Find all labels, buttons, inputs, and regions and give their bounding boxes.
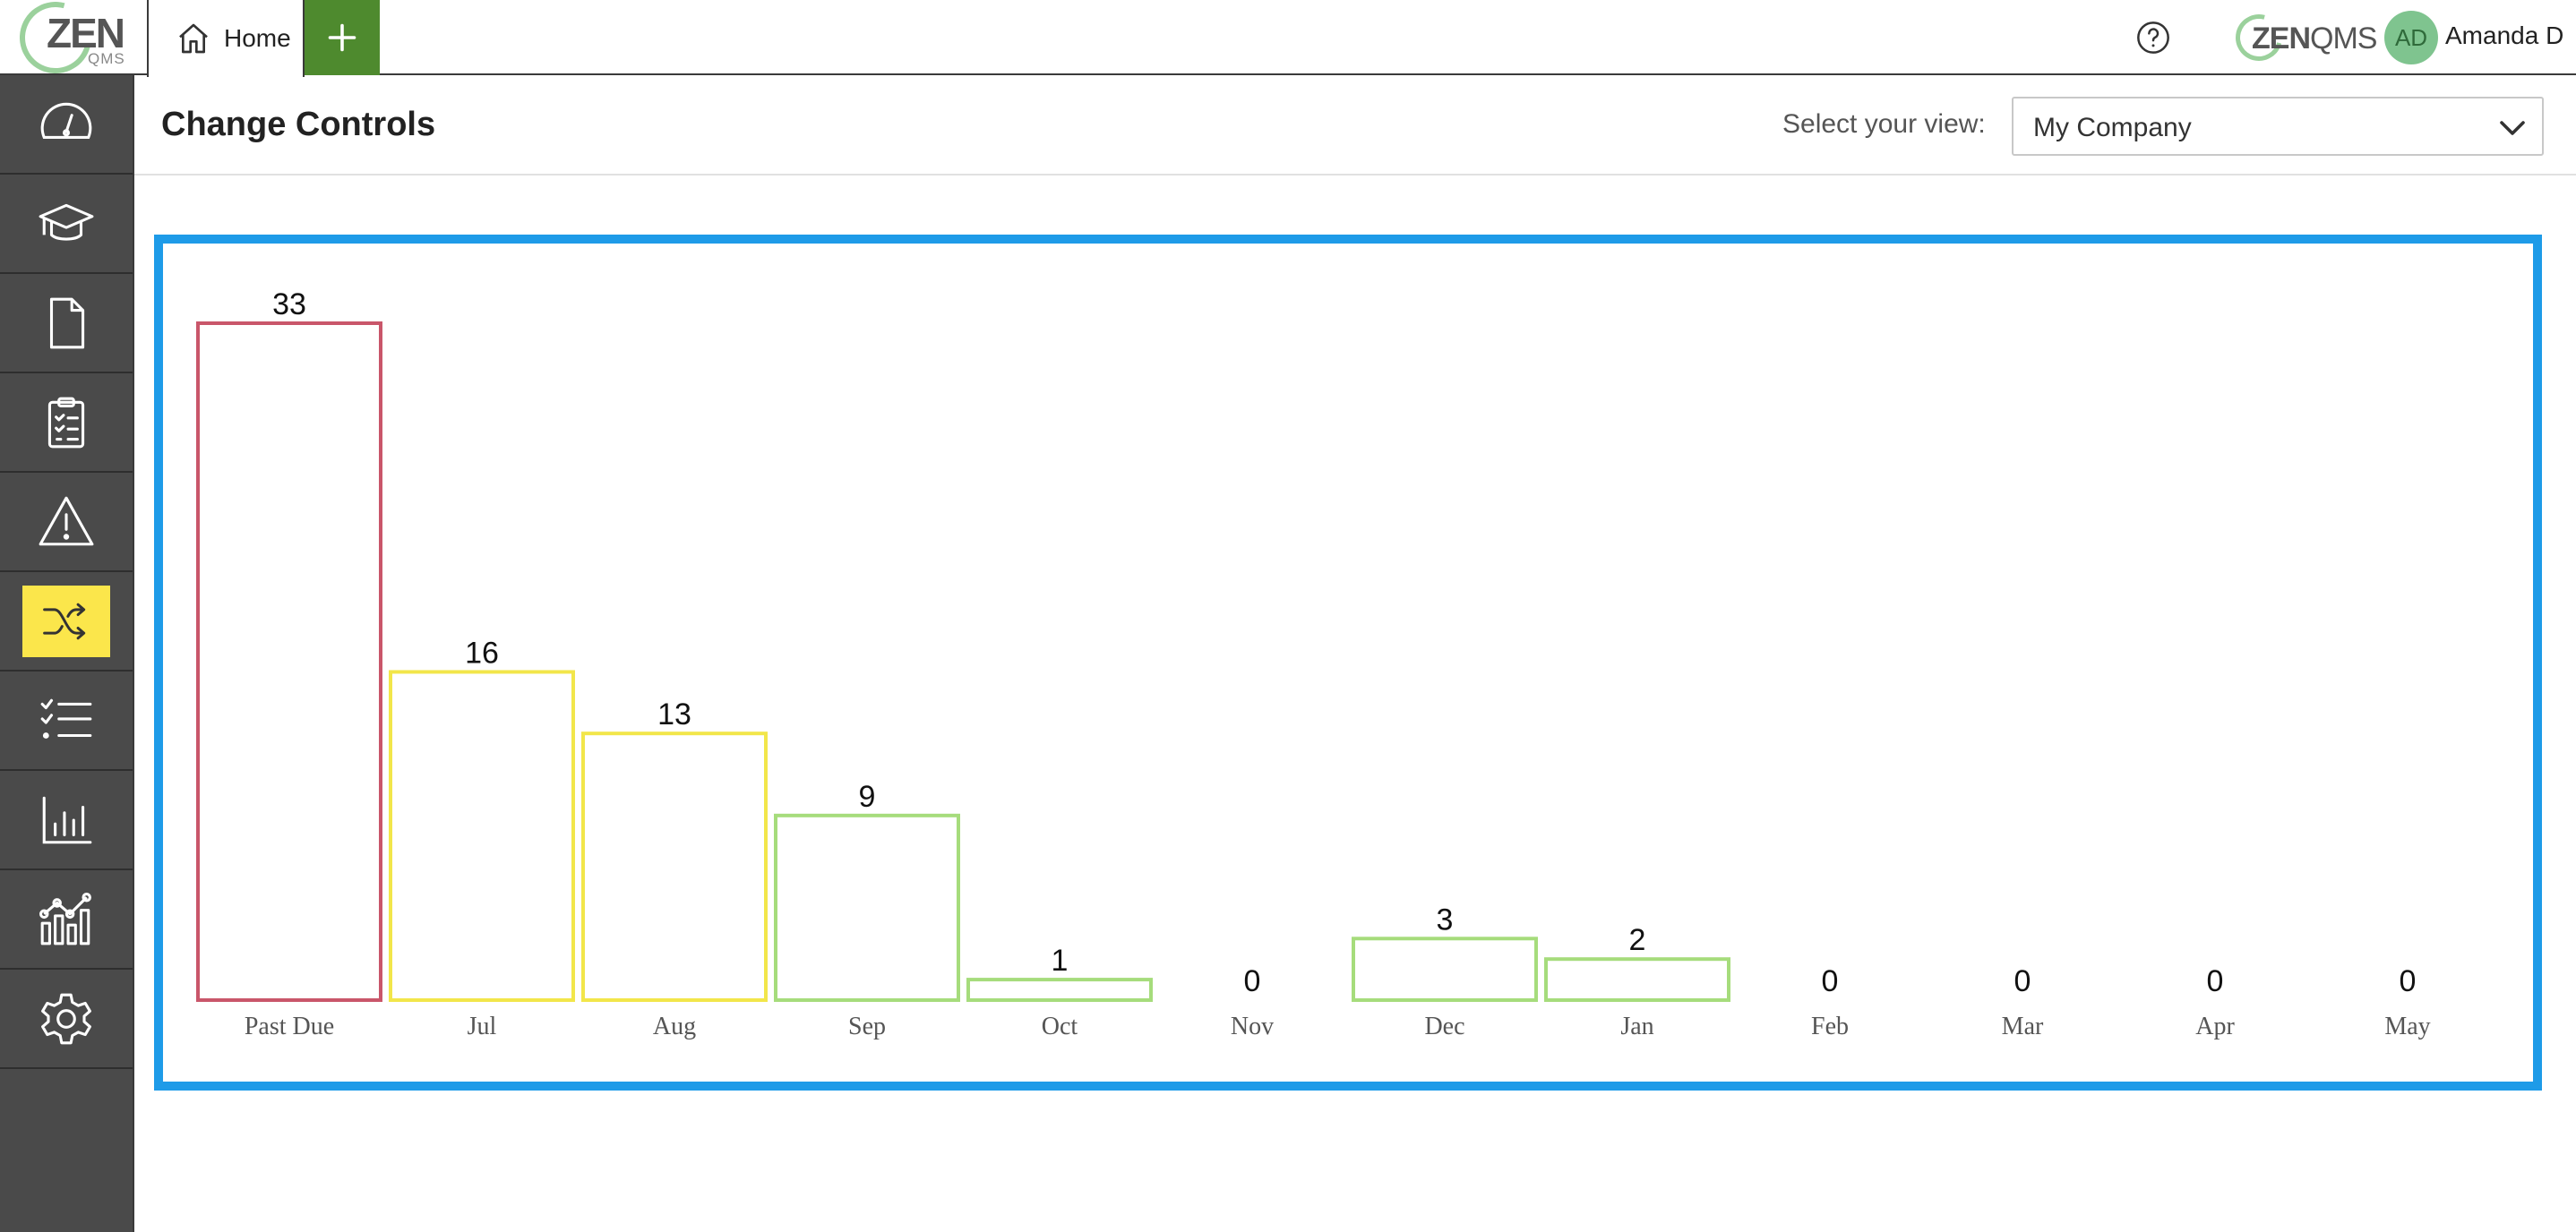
sidebar-item-tasks[interactable] (0, 672, 133, 771)
bar-jan[interactable] (1544, 957, 1730, 1003)
page-header: Change Controls Select your view: My Com… (134, 75, 2576, 175)
document-icon (49, 297, 85, 348)
bar-value-label: 3 (1437, 903, 1454, 937)
bar-value-label: 16 (465, 636, 499, 670)
plus-icon (328, 23, 356, 52)
category-label: Apr (2195, 1013, 2235, 1040)
shuffle-change-icon (43, 603, 86, 639)
zenqms-brand-logo: ZENQMS (2227, 5, 2377, 70)
bar-value-label: 13 (657, 697, 691, 732)
checklist-clipboard-icon (47, 397, 85, 448)
warning-triangle-icon (39, 496, 94, 545)
bar-value-label: 2 (1629, 923, 1646, 957)
category-label: Mar (2002, 1013, 2044, 1040)
brand-word: ZENQMS (2252, 21, 2377, 56)
sidebar-item-reports[interactable] (0, 771, 133, 870)
category-label: Aug (653, 1013, 696, 1040)
sidebar-item-dashboard[interactable] (0, 75, 133, 175)
settings-gear-icon (41, 993, 91, 1044)
sidebar-item-audits[interactable] (0, 373, 133, 473)
chevron-down-icon (2500, 121, 2525, 135)
user-name[interactable]: Amanda D (2445, 21, 2563, 50)
sidebar-item-training[interactable] (0, 175, 133, 274)
bar-sep[interactable] (774, 813, 960, 1002)
sidebar-item-documents[interactable] (0, 274, 133, 373)
bar-oct[interactable] (966, 978, 1153, 1002)
view-select-value: My Company (2033, 113, 2192, 142)
bar-value-label: 1 (1052, 944, 1069, 978)
tab-home-label: Home (224, 24, 291, 52)
help-circle-icon[interactable] (2135, 20, 2171, 56)
sidebar-item-analytics[interactable] (0, 870, 133, 970)
avatar[interactable]: AD (2384, 11, 2438, 64)
bar-dec[interactable] (1352, 937, 1538, 1002)
category-label: Past Due (245, 1013, 334, 1040)
brand-word-light: QMS (2310, 21, 2377, 56)
task-list-icon (40, 698, 92, 739)
tab-home[interactable]: Home (147, 0, 305, 77)
sidebar-item-risks[interactable] (0, 473, 133, 572)
sidebar-item-change-controls[interactable] (0, 572, 133, 672)
category-label: Feb (1811, 1013, 1849, 1040)
brand-word-bold: ZEN (2252, 21, 2311, 56)
view-select[interactable]: My Company (2012, 97, 2544, 156)
category-label: Dec (1424, 1013, 1464, 1040)
bar-past-due[interactable] (196, 321, 382, 1002)
bar-chart-icon (42, 796, 92, 843)
category-label: Nov (1231, 1013, 1274, 1040)
bar-value-label: 0 (1244, 964, 1261, 998)
category-label: Jan (1620, 1013, 1653, 1040)
home-icon (179, 23, 208, 54)
bar-jul[interactable] (389, 670, 575, 1002)
category-label: Jul (468, 1013, 497, 1040)
bar-value-label: 9 (859, 780, 876, 814)
analytics-icon (39, 892, 91, 945)
category-label: Sep (848, 1013, 886, 1040)
bar-value-label: 0 (2207, 964, 2224, 998)
sidebar-item-settings[interactable] (0, 970, 133, 1069)
top-bar: ZEN QMS Home ZENQMS AD Amanda D (0, 0, 2576, 87)
logo-sub: QMS (88, 50, 125, 67)
bar-value-label: 0 (1822, 964, 1839, 998)
training-cap-icon (39, 203, 94, 241)
page-title: Change Controls (161, 106, 436, 143)
bar-chart: 33 Past Due 16 Jul 13 Aug 9 Sep 1 Oct 0 Nov 3 Dec 2 Jan… (196, 287, 2431, 1040)
view-select-label: Select your view: (1782, 109, 1986, 139)
zenqms-logo[interactable]: ZEN QMS (6, 0, 131, 87)
bar-value-label: 0 (2014, 964, 2031, 998)
change-controls-chart: 33 Past Due 16 Jul 13 Aug 9 Sep 1 Oct 0 Nov 3 Dec 2 Jan… (154, 235, 2542, 1091)
bar-value-label: 33 (272, 287, 306, 321)
sidebar (0, 75, 134, 1232)
active-highlight (22, 585, 110, 657)
category-label: May (2384, 1013, 2430, 1040)
bar-value-label: 0 (2400, 964, 2417, 998)
dashboard-gauge-icon (40, 102, 92, 139)
bar-aug[interactable] (581, 732, 768, 1002)
category-label: Oct (1042, 1013, 1078, 1040)
add-tab-button[interactable] (305, 0, 380, 75)
